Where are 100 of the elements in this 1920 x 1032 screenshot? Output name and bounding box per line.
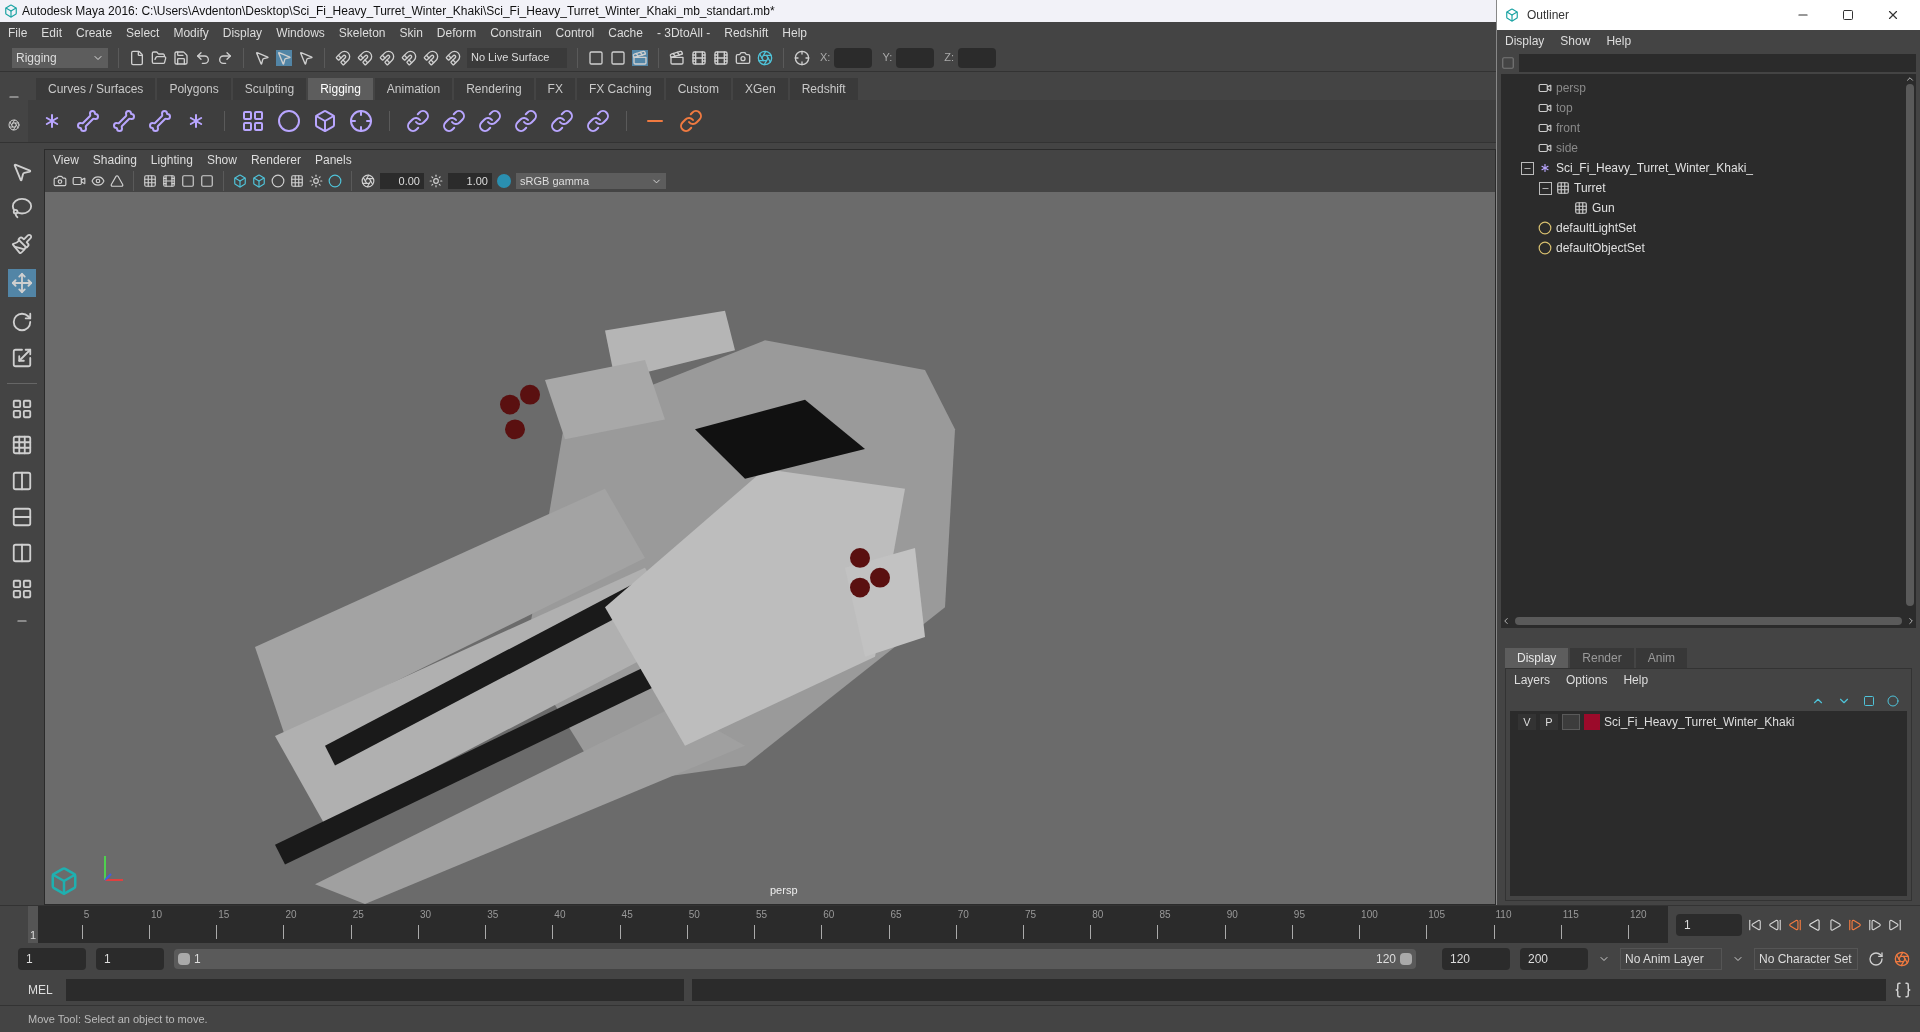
menu-item[interactable]: Display xyxy=(1505,32,1545,50)
shaded-icon[interactable] xyxy=(252,174,266,188)
select-tool-icon[interactable] xyxy=(11,161,33,183)
layer-color-swatch[interactable] xyxy=(1584,714,1600,730)
scroll-left-icon[interactable] xyxy=(1501,616,1511,626)
go-to-start-icon[interactable] xyxy=(1748,917,1762,932)
view-icon[interactable] xyxy=(91,174,105,188)
shelf-tab[interactable]: FX Caching xyxy=(576,78,664,100)
playback-end-field[interactable]: 120 xyxy=(1442,948,1510,970)
rotate-tool-icon[interactable] xyxy=(11,311,33,333)
redo-icon[interactable] xyxy=(217,49,233,66)
link-icon[interactable] xyxy=(442,109,466,133)
shelf-tab[interactable]: Rigging xyxy=(308,78,373,100)
live-surface-field[interactable]: No Live Surface xyxy=(467,47,567,68)
link-icon[interactable] xyxy=(586,109,610,133)
step-forward-icon[interactable] xyxy=(1868,917,1882,932)
script-editor-icon[interactable] xyxy=(1894,981,1912,999)
start-frame-field[interactable]: 1 xyxy=(18,948,86,970)
bone-icon[interactable] xyxy=(148,109,172,133)
color-management-toggle[interactable] xyxy=(497,174,511,188)
texture-icon[interactable] xyxy=(271,174,285,188)
menu-item[interactable]: Skin xyxy=(399,24,423,42)
bone-icon[interactable] xyxy=(112,109,136,133)
expand-toggle[interactable] xyxy=(1521,161,1534,175)
menu-item[interactable]: - 3DtoAll - xyxy=(656,24,711,42)
sphere-icon[interactable] xyxy=(277,109,301,133)
menu-item[interactable]: Help xyxy=(782,24,807,42)
panel-menu-item[interactable]: Renderer xyxy=(250,151,301,169)
paint-tool-icon[interactable] xyxy=(11,233,33,255)
camera-icon[interactable] xyxy=(72,174,86,188)
shelf-tab[interactable]: Redshift xyxy=(789,78,858,100)
shelf-tab[interactable]: FX xyxy=(535,78,575,100)
new-layer-icon[interactable] xyxy=(1887,695,1899,707)
range-handle[interactable] xyxy=(1400,953,1412,965)
gamma-icon[interactable] xyxy=(429,174,443,188)
layer-tab[interactable]: Anim xyxy=(1635,648,1688,668)
camera-icon[interactable] xyxy=(53,174,67,188)
viewport[interactable]: persp xyxy=(45,192,1495,904)
play-backwards-icon[interactable] xyxy=(1808,917,1822,932)
panel-menu-item[interactable]: Show xyxy=(206,151,237,169)
render-settings-icon[interactable] xyxy=(735,49,751,66)
menu-item[interactable]: Options xyxy=(1566,671,1608,689)
link-icon[interactable] xyxy=(478,109,502,133)
range-handle[interactable] xyxy=(178,953,190,965)
play-icon[interactable] xyxy=(1828,917,1842,932)
snap-icon[interactable] xyxy=(379,49,395,66)
snap-icon[interactable] xyxy=(335,49,351,66)
menu-item[interactable]: Edit xyxy=(41,24,63,42)
menu-item[interactable]: Constrain xyxy=(490,24,542,42)
exposure-field[interactable]: 0.00 xyxy=(380,173,424,189)
menu-item[interactable]: Display xyxy=(222,24,263,42)
bone-icon[interactable] xyxy=(76,109,100,133)
light-icon[interactable] xyxy=(309,174,323,188)
shadow-icon[interactable] xyxy=(328,174,342,188)
menu-item[interactable]: Skeleton xyxy=(338,24,386,42)
anim-layer-dropdown[interactable]: No Anim Layer xyxy=(1620,948,1722,970)
cluster-icon[interactable] xyxy=(349,109,373,133)
preferences-icon[interactable] xyxy=(1894,951,1910,967)
target-icon[interactable] xyxy=(794,49,810,66)
ipr-icon[interactable] xyxy=(713,49,729,66)
film-icon[interactable] xyxy=(162,174,176,188)
character-set-dropdown[interactable]: No Character Set xyxy=(1754,948,1858,970)
menu-item[interactable]: Modify xyxy=(173,24,209,42)
shelf-tab[interactable]: Custom xyxy=(665,78,731,100)
menu-item[interactable]: Control xyxy=(555,24,595,42)
new-file-icon[interactable] xyxy=(129,49,145,66)
render-icon[interactable] xyxy=(669,49,685,66)
history-icon[interactable] xyxy=(632,49,648,66)
select-icon[interactable] xyxy=(276,49,292,66)
shelf-tab[interactable]: Polygons xyxy=(157,78,231,100)
visibility-toggle[interactable]: V xyxy=(1518,714,1536,730)
select-icon[interactable] xyxy=(254,49,270,66)
menu-item[interactable]: Select xyxy=(126,24,160,42)
range-slider[interactable]: 1 120 xyxy=(174,949,1416,969)
panel-menu-item[interactable]: Panels xyxy=(314,151,352,169)
layer-name[interactable]: Sci_Fi_Heavy_Turret_Winter_Khaki xyxy=(1604,713,1795,731)
scrollbar[interactable] xyxy=(1906,84,1914,606)
reference-toggle[interactable] xyxy=(1562,714,1580,730)
close-icon[interactable] xyxy=(1886,8,1900,22)
scale-tool-icon[interactable] xyxy=(11,347,33,369)
snap-icon[interactable] xyxy=(423,49,439,66)
menu-item[interactable]: Layers xyxy=(1514,671,1551,689)
command-input[interactable] xyxy=(66,979,684,1001)
link-icon[interactable] xyxy=(514,109,538,133)
aperture-icon[interactable] xyxy=(361,174,375,188)
select-icon[interactable] xyxy=(298,49,314,66)
folder-icon[interactable] xyxy=(151,49,167,66)
snap-icon[interactable] xyxy=(401,49,417,66)
coordinate-field[interactable] xyxy=(834,47,873,68)
step-back-icon[interactable] xyxy=(1768,917,1782,932)
outliner-item[interactable]: Turret xyxy=(1574,179,1606,197)
maximize-icon[interactable] xyxy=(1842,9,1854,21)
search-field[interactable] xyxy=(1519,54,1916,72)
color-space-dropdown[interactable]: sRGB gamma xyxy=(516,173,666,189)
lattice-icon[interactable] xyxy=(313,109,337,133)
refresh-icon[interactable] xyxy=(1868,951,1884,967)
layer-tab[interactable]: Render xyxy=(1570,648,1634,668)
snap-icon[interactable] xyxy=(445,49,461,66)
shelf-tab[interactable]: XGen xyxy=(732,78,788,100)
settings-icon[interactable] xyxy=(8,118,20,131)
